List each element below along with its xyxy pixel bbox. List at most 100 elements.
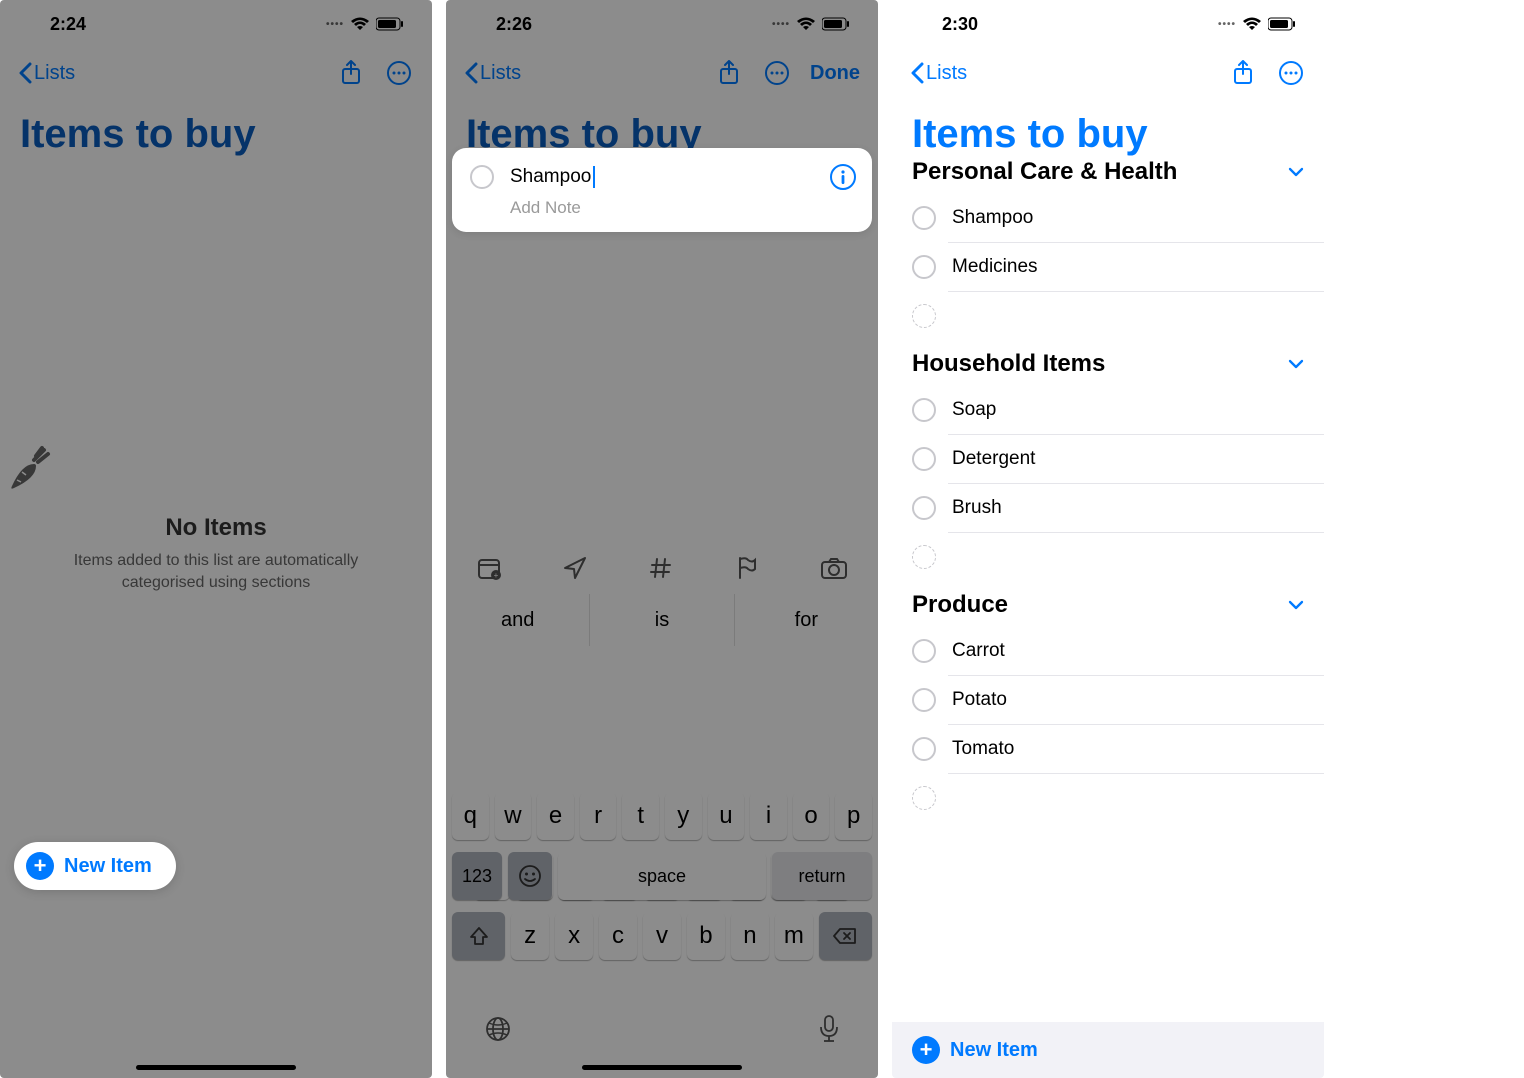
item-checkbox[interactable] [470,165,494,189]
text-cursor [593,166,595,188]
wifi-icon [796,17,816,31]
new-item-button[interactable]: + New Item [14,842,176,890]
shift-key[interactable] [452,912,505,960]
flag-icon[interactable] [734,555,760,581]
back-button[interactable]: Lists [910,62,967,85]
item-checkbox-placeholder [912,786,936,810]
add-note-field[interactable]: Add Note [510,198,856,218]
mic-icon[interactable] [818,1014,840,1044]
hashtag-icon[interactable] [648,555,674,581]
predictive-word[interactable]: is [590,594,734,646]
list-item[interactable]: Soap [892,386,1324,434]
key-y[interactable]: y [665,792,702,840]
list-item[interactable]: Detergent [892,435,1324,483]
predictive-word[interactable]: and [446,594,590,646]
section-header[interactable]: Personal Care & Health [892,158,1324,194]
home-indicator[interactable] [582,1065,742,1070]
predictive-word[interactable]: for [735,594,878,646]
key-o[interactable]: o [793,792,830,840]
item-checkbox[interactable] [912,447,936,471]
wifi-icon [350,17,370,31]
chevron-down-icon [1288,600,1304,610]
item-label: Potato [952,689,1007,711]
section-title: Household Items [912,350,1105,378]
nav-bar: Lists Done [446,48,878,98]
key-b[interactable]: b [687,912,725,960]
wifi-icon [1242,17,1262,31]
more-button[interactable] [1276,58,1306,88]
key-z[interactable]: z [511,912,549,960]
key-m[interactable]: m [775,912,813,960]
key-c[interactable]: c [599,912,637,960]
nav-bar: Lists [892,48,1324,98]
list-item-placeholder[interactable] [892,774,1324,822]
section-header[interactable]: Produce [892,581,1324,627]
key-r[interactable]: r [580,792,617,840]
list-item[interactable]: Medicines [892,243,1324,291]
item-text-value: Shampoo [510,166,591,188]
item-checkbox-placeholder [912,545,936,569]
emoji-key[interactable] [508,852,552,900]
key-v[interactable]: v [643,912,681,960]
numeric-key[interactable]: 123 [452,852,502,900]
new-item-button[interactable]: + New Item [892,1022,1324,1078]
key-u[interactable]: u [708,792,745,840]
key-i[interactable]: i [750,792,787,840]
item-checkbox[interactable] [912,688,936,712]
list-body[interactable]: Personal Care & Health Shampoo Medicines Ho… [892,158,1324,1026]
item-checkbox[interactable] [912,255,936,279]
new-item-label: New Item [64,855,152,878]
list-item-placeholder[interactable] [892,533,1324,581]
screen-empty-list: 2:24 •••• Lists Items to buy [0,0,432,1078]
battery-icon [1268,17,1296,31]
plus-circle-icon: + [912,1036,940,1064]
new-item-label: New Item [950,1039,1038,1062]
back-label: Lists [34,62,75,85]
globe-icon[interactable] [484,1015,512,1043]
key-t[interactable]: t [622,792,659,840]
item-text-input[interactable]: Shampoo [510,166,814,188]
item-label: Tomato [952,738,1014,760]
back-button[interactable]: Lists [18,62,75,85]
home-indicator[interactable] [136,1065,296,1070]
more-button[interactable] [762,58,792,88]
return-key[interactable]: return [772,852,872,900]
done-button[interactable]: Done [810,62,860,85]
section-header[interactable]: Household Items [892,340,1324,386]
item-label: Medicines [952,256,1038,278]
info-button[interactable] [830,164,856,190]
share-button[interactable] [1228,58,1258,88]
list-item[interactable]: Brush [892,484,1324,532]
camera-icon[interactable] [820,556,848,580]
list-item[interactable]: Carrot [892,627,1324,675]
calendar-icon[interactable]: + [476,555,502,581]
list-item[interactable]: Potato [892,676,1324,724]
item-checkbox[interactable] [912,639,936,663]
key-x[interactable]: x [555,912,593,960]
share-button[interactable] [714,58,744,88]
key-w[interactable]: w [495,792,532,840]
location-icon[interactable] [562,555,588,581]
status-indicators: •••• [772,17,850,31]
section-title: Personal Care & Health [912,158,1177,186]
backspace-key[interactable] [819,912,872,960]
space-key[interactable]: space [558,852,766,900]
item-checkbox[interactable] [912,737,936,761]
key-p[interactable]: p [835,792,872,840]
share-button[interactable] [336,58,366,88]
list-item-placeholder[interactable] [892,292,1324,340]
item-checkbox[interactable] [912,206,936,230]
more-button[interactable] [384,58,414,88]
plus-circle-icon: + [26,852,54,880]
key-q[interactable]: q [452,792,489,840]
chevron-down-icon [1288,167,1304,177]
key-n[interactable]: n [731,912,769,960]
keyboard-row-1: qwertyuiop [452,792,872,840]
item-checkbox[interactable] [912,398,936,422]
item-checkbox[interactable] [912,496,936,520]
list-item[interactable]: Shampoo [892,194,1324,242]
list-item[interactable]: Tomato [892,725,1324,773]
nav-bar: Lists [0,48,432,98]
key-e[interactable]: e [537,792,574,840]
back-button[interactable]: Lists [464,62,521,85]
